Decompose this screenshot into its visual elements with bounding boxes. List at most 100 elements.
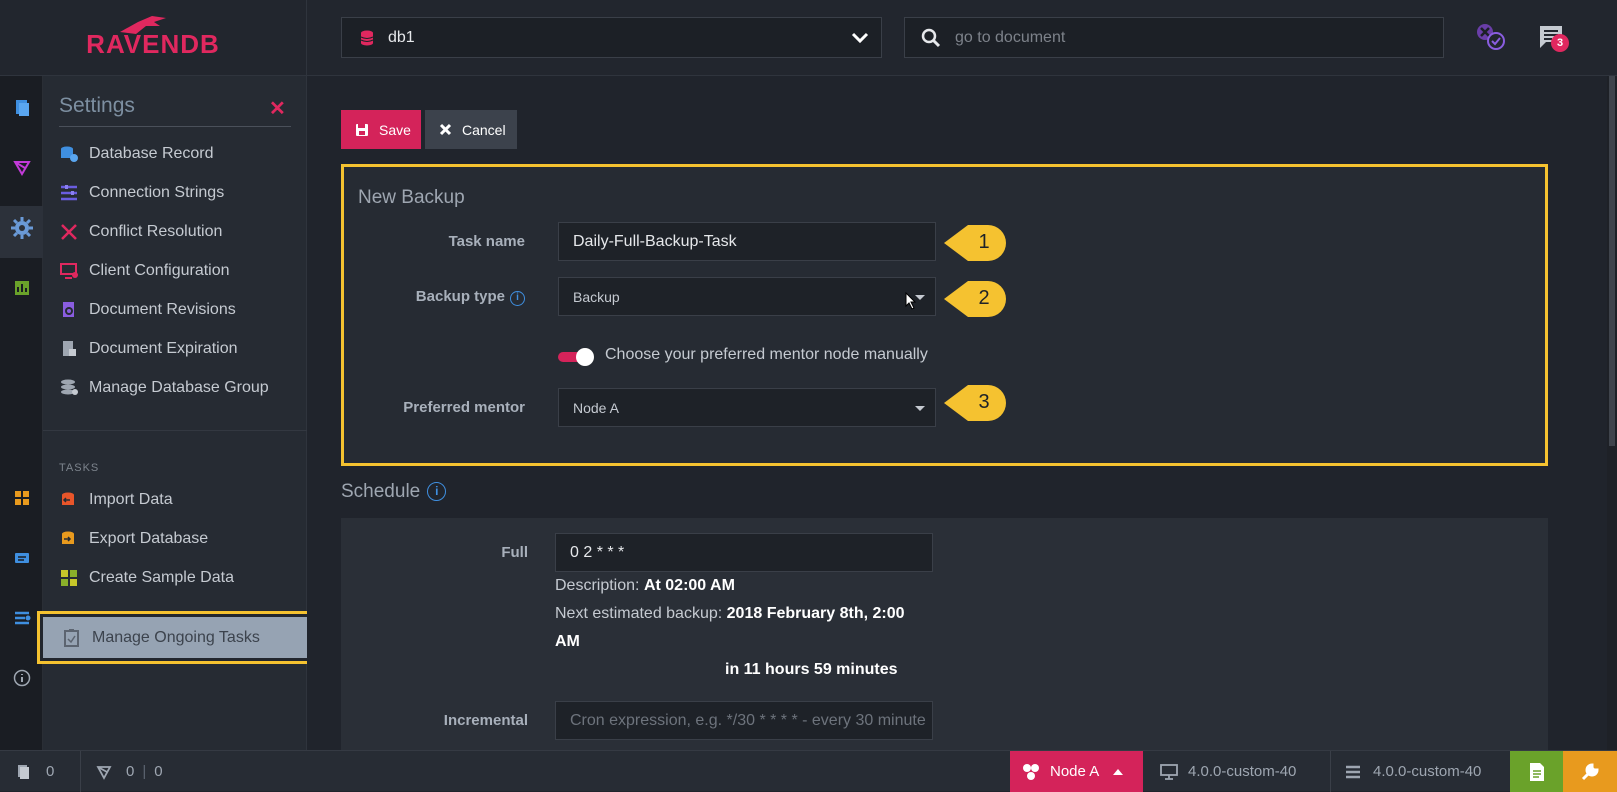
full-label: Full xyxy=(501,544,528,561)
client-version-value: 4.0.0-custom-40 xyxy=(1188,763,1297,780)
sidebar-item-label: Conflict Resolution xyxy=(89,223,223,240)
indexes-count[interactable]: 0 | 0 xyxy=(96,751,163,792)
sidebar-item-manage-ongoing-tasks-highlight: Manage Ongoing Tasks xyxy=(37,611,313,664)
mouse-cursor-icon xyxy=(905,292,917,310)
sidebar-title-divider xyxy=(59,126,291,127)
monitor-icon xyxy=(1160,763,1178,780)
dashboard-icon[interactable] xyxy=(12,488,32,508)
stats-icon[interactable] xyxy=(12,278,32,298)
status-divider xyxy=(1330,751,1331,792)
callout-1-number: 1 xyxy=(978,231,990,253)
database-record-icon xyxy=(61,146,78,162)
mentor-toggle-label: Choose your preferred mentor node manual… xyxy=(605,346,928,363)
new-backup-panel: New Backup Task name Daily-Full-Backup-T… xyxy=(341,164,1548,466)
info-icon[interactable]: i xyxy=(427,482,447,501)
main-scrollbar[interactable] xyxy=(1607,76,1617,750)
sidebar-item-label: Document Revisions xyxy=(89,301,236,318)
export-icon xyxy=(62,531,74,544)
scrollbar-thumb[interactable] xyxy=(1609,76,1615,446)
main-content: Save Cancel New Backup Task name Daily-F… xyxy=(307,76,1607,750)
status-bar: 0 0 | 0 Node A 4.0.0-custom-40 4.0.0-cus… xyxy=(0,750,1617,792)
callout-3-number: 3 xyxy=(978,391,990,413)
settings-gear-icon[interactable] xyxy=(10,216,34,240)
sidebar-item-client-configuration[interactable]: Client Configuration xyxy=(59,255,303,287)
sidebar-title: Settings xyxy=(59,94,135,117)
sidebar-item-label: Client Configuration xyxy=(89,262,230,279)
sidebar-item-manage-ongoing-tasks[interactable]: Manage Ongoing Tasks xyxy=(43,617,307,658)
indexes-icon[interactable] xyxy=(12,158,32,178)
tasks-section-header: TASKS xyxy=(59,462,100,474)
sidebar-item-document-expiration[interactable]: Document Expiration xyxy=(59,333,303,365)
about-info-icon[interactable] xyxy=(12,668,32,688)
caret-down-icon xyxy=(915,406,925,411)
sidebar-item-connection-strings[interactable]: Connection Strings xyxy=(59,177,303,209)
sidebar-item-label: Create Sample Data xyxy=(89,569,234,586)
sidebar-item-create-sample-data[interactable]: Create Sample Data xyxy=(59,562,303,594)
status-divider xyxy=(80,751,81,792)
go-to-document-search[interactable] xyxy=(904,17,1444,58)
save-icon xyxy=(356,123,368,136)
database-selector[interactable]: db1 xyxy=(341,17,882,58)
preferred-mentor-label: Preferred mentor xyxy=(403,399,525,416)
connection-strings-icon xyxy=(61,185,77,201)
count-separator: | xyxy=(142,763,147,780)
info-icon[interactable]: i xyxy=(510,291,525,306)
client-version: 4.0.0-custom-40 xyxy=(1160,751,1296,792)
license-button[interactable] xyxy=(1510,751,1563,792)
sidebar-item-label: Manage Ongoing Tasks xyxy=(92,628,260,646)
panel-title: New Backup xyxy=(358,187,465,208)
callout-2-number: 2 xyxy=(978,287,990,309)
sidebar-item-manage-database-group[interactable]: Manage Database Group xyxy=(59,372,303,404)
notifications-badge: 3 xyxy=(1551,34,1569,52)
close-icon[interactable]: ✕ xyxy=(269,96,286,121)
full-cron-value: 0 2 * * * xyxy=(570,543,625,561)
save-button[interactable]: Save xyxy=(341,110,421,149)
sidebar-item-import-data[interactable]: Import Data xyxy=(59,484,303,516)
cluster-icon[interactable] xyxy=(12,608,32,628)
sidebar-item-label: Export Database xyxy=(89,530,209,547)
sidebar-item-conflict-resolution[interactable]: Conflict Resolution xyxy=(59,216,303,248)
ongoing-tasks-icon xyxy=(64,628,79,647)
node-label: Node A xyxy=(1050,763,1100,780)
task-name-input[interactable]: Daily-Full-Backup-Task xyxy=(558,222,936,261)
sidebar-item-label: Import Data xyxy=(89,491,173,508)
sidebar-item-database-record[interactable]: Database Record xyxy=(59,138,303,170)
cancel-button[interactable]: Cancel xyxy=(425,110,517,149)
conflict-icon xyxy=(61,224,77,240)
documents-count[interactable]: 0 xyxy=(16,751,54,792)
import-icon xyxy=(62,492,74,505)
sidebar-item-document-revisions[interactable]: Document Revisions xyxy=(59,294,303,326)
cluster-check-icon[interactable] xyxy=(1475,22,1507,52)
incremental-label: Incremental xyxy=(443,712,528,729)
logo-text: RAVENDB xyxy=(86,28,220,59)
top-bar: RAVENDB db1 3 xyxy=(0,0,1617,76)
logo[interactable]: RAVENDB xyxy=(0,0,307,76)
revisions-icon xyxy=(63,302,74,317)
client-config-icon xyxy=(60,263,78,279)
task-name-label: Task name xyxy=(448,233,525,250)
sample-data-icon xyxy=(61,570,77,586)
backup-type-select[interactable]: Backup xyxy=(558,277,936,316)
sidebar-item-label: Connection Strings xyxy=(89,184,225,201)
mentor-toggle[interactable] xyxy=(558,348,594,366)
maintenance-button[interactable] xyxy=(1563,751,1617,792)
wrench-icon xyxy=(1581,762,1599,780)
database-icon xyxy=(360,30,374,45)
task-name-value: Daily-Full-Backup-Task xyxy=(573,232,737,250)
caret-up-icon xyxy=(1113,768,1124,775)
incremental-cron-field[interactable] xyxy=(555,701,933,740)
preferred-mentor-select[interactable]: Node A xyxy=(558,388,936,427)
sidebar-item-label: Manage Database Group xyxy=(89,379,269,396)
cancel-label: Cancel xyxy=(462,121,506,138)
incremental-cron-input[interactable] xyxy=(570,711,930,730)
documents-icon xyxy=(18,764,29,779)
close-icon xyxy=(439,123,452,136)
sidebar-item-label: Database Record xyxy=(89,145,214,162)
full-cron-input[interactable]: 0 2 * * * xyxy=(555,533,933,572)
search-input[interactable] xyxy=(955,28,1395,47)
sidebar-item-export-database[interactable]: Export Database xyxy=(59,523,303,555)
node-selector[interactable]: Node A xyxy=(1010,751,1143,792)
server-icon[interactable] xyxy=(12,548,32,568)
documents-count-value: 0 xyxy=(46,763,55,780)
documents-icon[interactable] xyxy=(12,98,32,118)
